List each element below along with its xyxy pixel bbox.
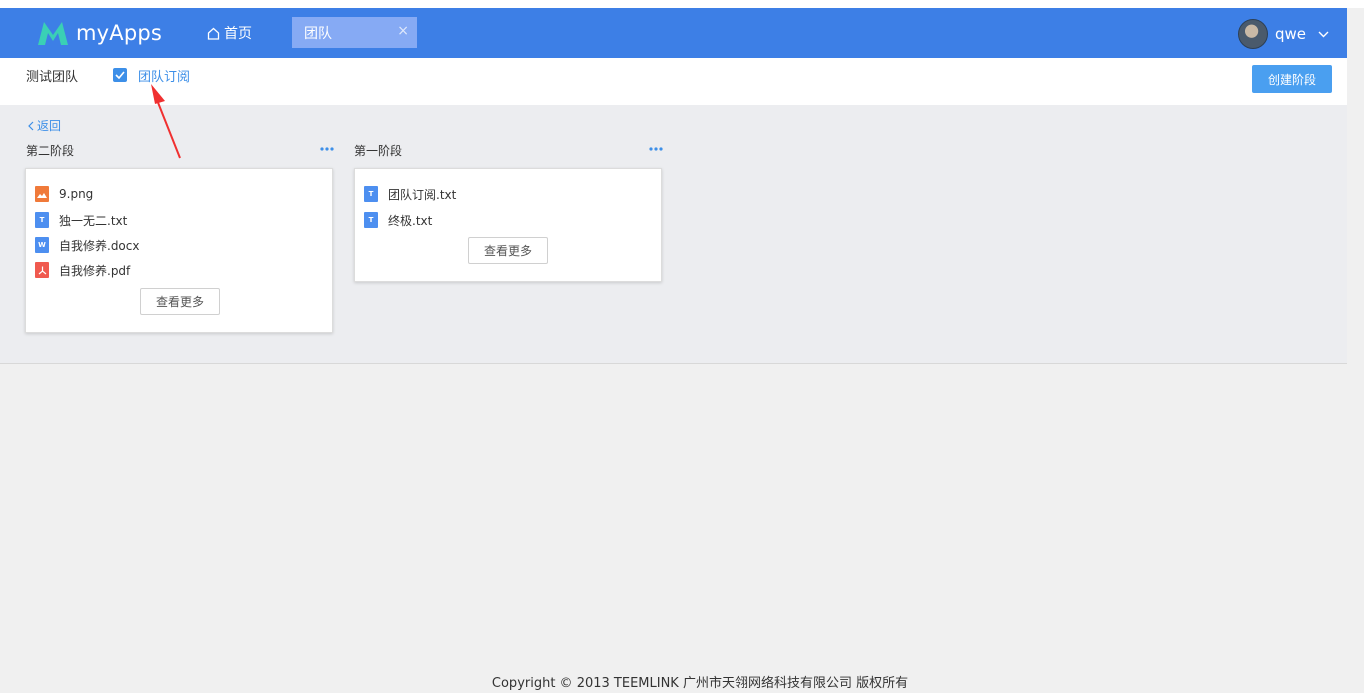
stage-title: 第一阶段 bbox=[354, 144, 403, 158]
pdf-file-icon bbox=[35, 262, 49, 278]
stage-title: 第二阶段 bbox=[26, 144, 75, 158]
text-file-icon: T bbox=[35, 212, 49, 228]
back-label: 返回 bbox=[37, 119, 62, 133]
view-more-button[interactable]: 查看更多 bbox=[468, 237, 548, 264]
top-navbar: myApps 首页 团队 × qwe bbox=[0, 8, 1347, 58]
footer-copyright: Copyright © 2013 TEEMLINK 广州市天翎网络科技有限公司 … bbox=[491, 676, 909, 691]
more-options-icon[interactable] bbox=[649, 142, 663, 152]
more-options-icon[interactable] bbox=[320, 142, 334, 152]
back-link[interactable]: 返回 bbox=[27, 117, 61, 134]
file-name: 自我修养.docx bbox=[59, 238, 140, 253]
file-name: 独一无二.txt bbox=[59, 213, 128, 228]
user-menu[interactable]: qwe bbox=[1238, 19, 1329, 49]
subscribe-checkbox[interactable] bbox=[113, 68, 127, 82]
file-item[interactable]: T 独一无二.txt bbox=[35, 212, 127, 228]
file-item[interactable]: W 自我修养.docx bbox=[35, 237, 139, 253]
image-file-icon bbox=[35, 186, 49, 202]
team-name: 测试团队 bbox=[26, 70, 79, 85]
logo-m-icon bbox=[38, 22, 68, 45]
stage-card: 9.png T 独一无二.txt W 自我修养.docx 自我修养.pdf 查看… bbox=[25, 168, 333, 333]
file-name: 终极.txt bbox=[388, 213, 433, 228]
app-logo-text: myApps bbox=[76, 21, 163, 45]
window-top-strip bbox=[0, 0, 1364, 8]
stage-card: T 团队订阅.txt T 终极.txt 查看更多 bbox=[354, 168, 662, 282]
subscribe-label[interactable]: 团队订阅 bbox=[138, 66, 190, 85]
file-name: 团队订阅.txt bbox=[388, 187, 457, 202]
file-item[interactable]: 9.png bbox=[35, 186, 93, 202]
chevron-down-icon bbox=[1318, 31, 1329, 37]
text-file-icon: T bbox=[364, 186, 378, 202]
create-stage-button[interactable]: 创建阶段 bbox=[1252, 65, 1332, 93]
app-logo[interactable]: myApps bbox=[36, 17, 162, 49]
view-more-button[interactable]: 查看更多 bbox=[140, 288, 220, 315]
file-name: 9.png bbox=[59, 187, 94, 201]
nav-home-link[interactable]: 首页 bbox=[207, 8, 252, 58]
file-item[interactable]: 自我修养.pdf bbox=[35, 262, 130, 278]
file-item[interactable]: T 终极.txt bbox=[364, 212, 432, 228]
home-icon bbox=[207, 27, 220, 40]
user-name: qwe bbox=[1275, 25, 1307, 43]
team-toolbar: 测试团队 团队订阅 创建阶段 bbox=[0, 58, 1347, 105]
avatar bbox=[1238, 19, 1268, 49]
word-file-icon: W bbox=[35, 237, 49, 253]
nav-home-label: 首页 bbox=[224, 26, 252, 42]
tab-team-label: 团队 bbox=[304, 25, 332, 42]
stages-panel: 返回 第二阶段 9.png T 独一无二.txt W 自我修养.docx 自我修… bbox=[0, 105, 1347, 364]
text-file-icon: T bbox=[364, 212, 378, 228]
tab-close-icon[interactable]: × bbox=[397, 23, 409, 39]
chevron-left-icon bbox=[28, 121, 34, 131]
file-name: 自我修养.pdf bbox=[59, 263, 131, 278]
file-item[interactable]: T 团队订阅.txt bbox=[364, 186, 456, 202]
tab-team[interactable]: 团队 × bbox=[292, 17, 417, 48]
check-icon bbox=[115, 71, 125, 79]
